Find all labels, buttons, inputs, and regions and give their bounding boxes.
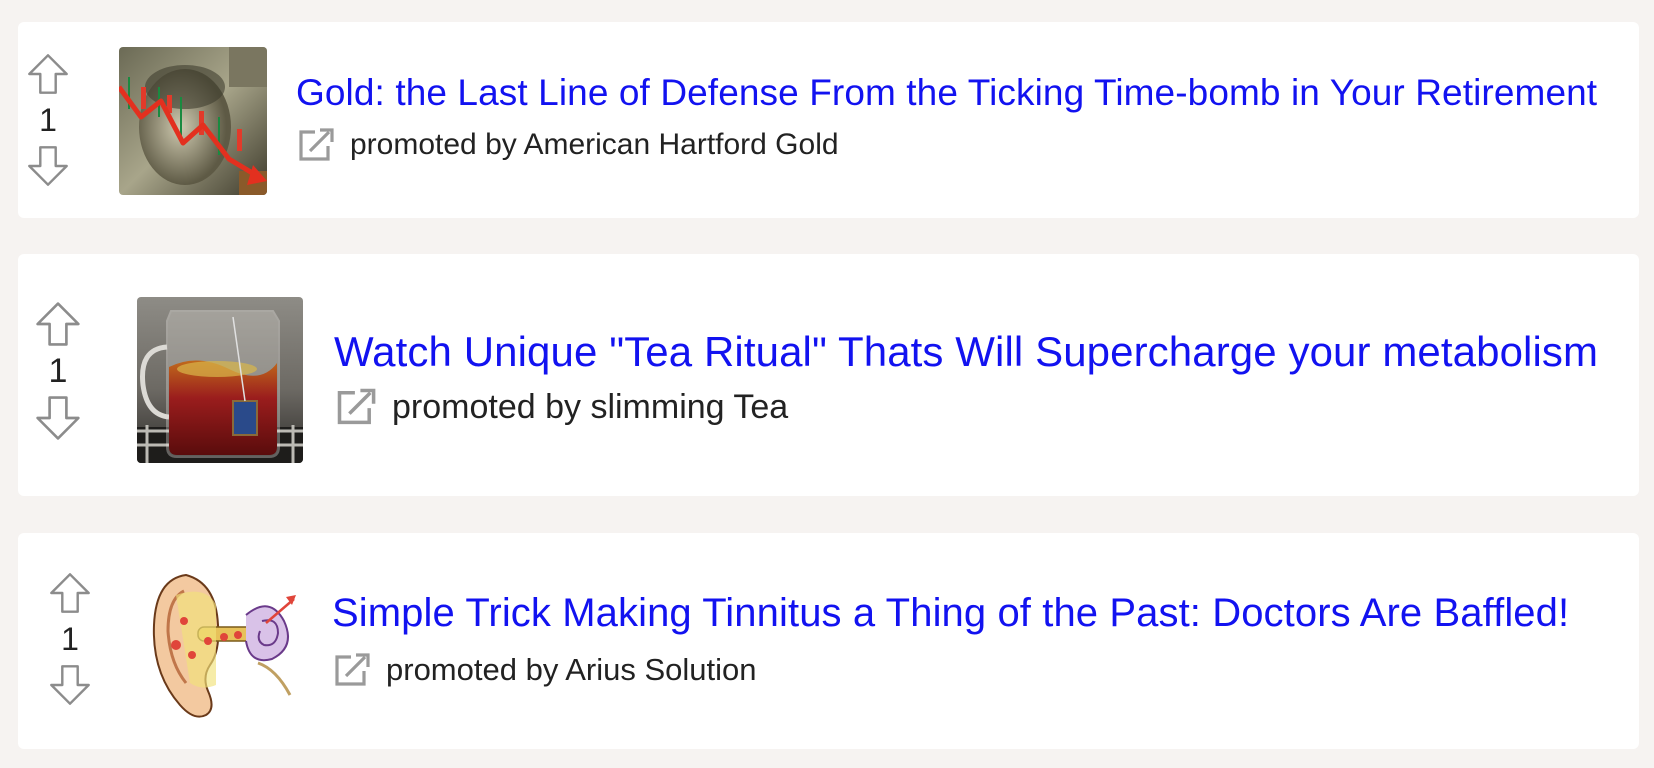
ad-thumbnail[interactable]	[137, 297, 303, 463]
vote-count: 1	[61, 621, 79, 657]
downvote-arrow-icon[interactable]	[33, 394, 83, 442]
promoted-item: 1	[18, 22, 1639, 218]
promoted-by-line: promoted by Arius Solution	[332, 651, 757, 689]
upvote-arrow-icon[interactable]	[47, 571, 93, 615]
promoted-by-line: promoted by American Hartford Gold	[296, 126, 839, 164]
ear-anatomy-image	[146, 565, 306, 725]
external-link-icon[interactable]	[296, 126, 336, 164]
vote-controls: 1	[32, 300, 84, 442]
downvote-arrow-icon[interactable]	[25, 144, 71, 188]
ad-title-link[interactable]: Watch Unique "Tea Ritual" Thats Will Sup…	[334, 328, 1598, 376]
upvote-arrow-icon[interactable]	[25, 52, 71, 96]
promoted-by-line: promoted by slimming Tea	[334, 386, 788, 428]
downvote-arrow-icon[interactable]	[47, 663, 93, 707]
vote-controls: 1	[44, 571, 96, 707]
vote-count: 1	[48, 352, 68, 390]
external-link-icon[interactable]	[334, 386, 378, 428]
upvote-arrow-icon[interactable]	[33, 300, 83, 348]
sponsor-label: promoted by slimming Tea	[392, 387, 789, 426]
promoted-item: 1	[18, 254, 1639, 496]
ad-title-link[interactable]: Gold: the Last Line of Defense From the …	[296, 72, 1597, 114]
ad-thumbnail[interactable]	[146, 565, 306, 725]
ad-title-link[interactable]: Simple Trick Making Tinnitus a Thing of …	[332, 591, 1569, 636]
tea-pitcher-image	[137, 297, 303, 463]
vote-controls: 1	[22, 52, 74, 188]
ad-thumbnail[interactable]	[119, 47, 267, 195]
sponsor-label: promoted by Arius Solution	[386, 652, 757, 687]
promoted-item: 1 Simple Trick Making Tinnitus a Thing o…	[18, 533, 1639, 749]
external-link-icon[interactable]	[332, 651, 372, 689]
gold-dollar-chart-image	[119, 47, 267, 195]
vote-count: 1	[39, 102, 57, 138]
sponsor-label: promoted by American Hartford Gold	[350, 128, 839, 161]
